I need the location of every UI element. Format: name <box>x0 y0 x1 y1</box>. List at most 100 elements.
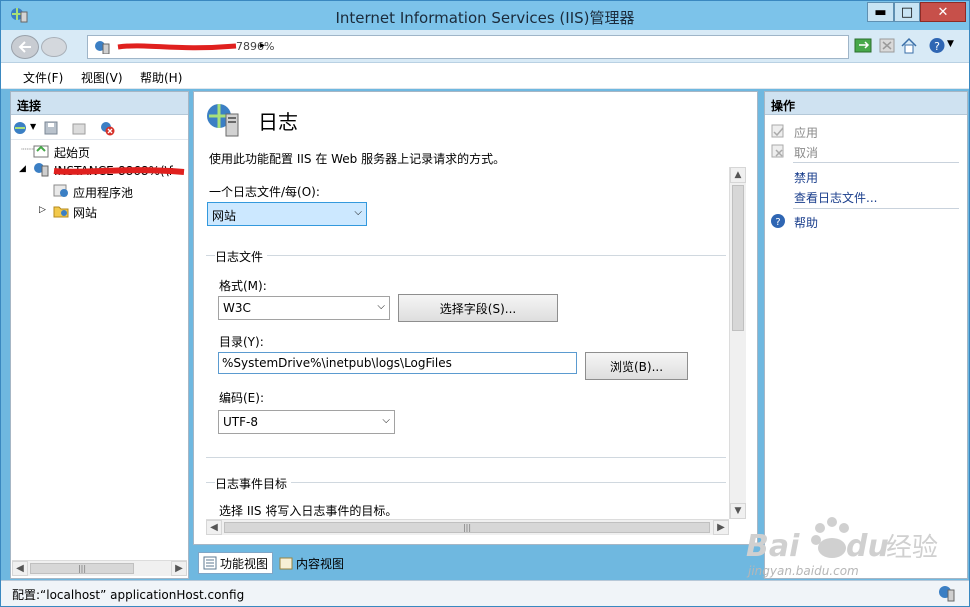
redaction-mark <box>117 43 237 51</box>
settings-scroll-area: 一个日志文件/每(O): 网站 ⌵ 日志文件 格式(M): W3C ⌵ 选择字段… <box>204 167 746 537</box>
scroll-left-button[interactable]: ◀ <box>206 520 222 535</box>
action-apply[interactable]: 应用 <box>794 124 818 141</box>
tree-item-app-pools[interactable]: 应用程序池 <box>73 184 133 201</box>
scroll-thumb[interactable]: ||| <box>30 563 134 574</box>
svg-text:?: ? <box>775 217 780 228</box>
directory-value: %SystemDrive%\inetpub\logs\LogFiles <box>222 356 452 370</box>
help-icon: ? <box>771 214 785 228</box>
directory-input[interactable]: %SystemDrive%\inetpub\logs\LogFiles <box>218 352 577 374</box>
connections-toolbar: ▼ <box>11 116 188 140</box>
iis-manager-window: Internet Information Services (IIS)管理器 ▬… <box>0 0 970 607</box>
tree-item-sites[interactable]: 网站 <box>73 204 97 221</box>
menu-file[interactable]: 文件(F) <box>23 69 63 86</box>
features-view-icon <box>203 556 217 570</box>
select-fields-button[interactable]: 选择字段(S)... <box>398 294 558 322</box>
main-hscrollbar[interactable]: ◀ ||| ▶ <box>206 519 729 535</box>
event-group-description: 选择 IIS 将写入日志事件的目标。 <box>219 504 398 518</box>
scroll-right-button[interactable]: ▶ <box>171 561 187 576</box>
breadcrumb-suffix: 7896% <box>236 40 275 53</box>
action-disable[interactable]: 禁用 <box>794 169 818 186</box>
encoding-label: 编码(E): <box>219 391 264 405</box>
content-view-icon <box>279 557 293 570</box>
chevron-down-icon: ⌵ <box>382 415 390 426</box>
tree-expand-sites[interactable]: ▷ <box>39 205 46 215</box>
main-vscrollbar[interactable]: ▲ ▼ <box>729 167 746 519</box>
logging-feature-icon <box>207 104 239 137</box>
format-select[interactable]: W3C ⌵ <box>218 296 390 320</box>
log-file-group-title: 日志文件 <box>215 248 268 265</box>
refresh-icon[interactable] <box>854 37 872 54</box>
svg-text:Bai: Bai <box>746 529 800 564</box>
address-field[interactable]: 7896% ▸ <box>87 35 849 59</box>
tab-content-view[interactable]: 内容视图 <box>275 552 355 574</box>
one-log-per-value: 网站 <box>212 209 237 223</box>
stop-icon[interactable] <box>878 37 896 54</box>
tree-item-start-page[interactable]: 起始页 <box>54 144 90 161</box>
browse-button[interactable]: 浏览(B)... <box>585 352 688 380</box>
cancel-icon <box>771 144 784 158</box>
close-button[interactable]: ✕ <box>920 2 966 22</box>
vscroll-thumb[interactable] <box>732 185 744 331</box>
tab-features-view[interactable]: 功能视图 <box>198 552 273 574</box>
server-icon <box>95 41 110 54</box>
encoding-value: UTF-8 <box>223 415 258 429</box>
actions-divider <box>793 208 959 209</box>
help-icon[interactable]: ? <box>928 37 946 54</box>
home-icon[interactable] <box>900 37 918 54</box>
svg-text:经验: 经验 <box>886 533 938 563</box>
sites-folder-icon <box>53 206 69 218</box>
page-title: 日志 <box>258 110 298 134</box>
up-level-icon[interactable] <box>71 120 87 136</box>
forward-button[interactable] <box>41 37 67 57</box>
actions-divider <box>793 162 959 163</box>
save-icon[interactable] <box>43 120 59 136</box>
connections-header: 连接 <box>11 92 188 115</box>
svg-text:?: ? <box>934 40 940 53</box>
minimize-button[interactable]: ▬ <box>867 2 894 22</box>
directory-label: 目录(Y): <box>219 335 264 349</box>
scroll-down-button[interactable]: ▼ <box>730 503 746 519</box>
back-button[interactable] <box>11 35 39 59</box>
app-pool-icon <box>53 184 68 197</box>
window-title: Internet Information Services (IIS)管理器 <box>335 9 635 27</box>
format-value: W3C <box>223 301 251 315</box>
actions-header: 操作 <box>765 92 967 115</box>
menu-help[interactable]: 帮助(H) <box>140 69 182 86</box>
maximize-button[interactable]: □ <box>894 2 920 22</box>
hscroll-thumb[interactable]: ||| <box>224 522 710 533</box>
scroll-left-button[interactable]: ◀ <box>12 561 28 576</box>
title-bar: Internet Information Services (IIS)管理器 ▬… <box>1 1 969 30</box>
status-text: 配置:“localhost” applicationHost.config <box>12 588 245 602</box>
one-log-per-select[interactable]: 网站 ⌵ <box>207 202 367 226</box>
event-group-title: 日志事件目标 <box>215 475 292 492</box>
menu-bar: 文件(F) 视图(V) 帮助(H) <box>1 63 969 89</box>
encoding-select[interactable]: UTF-8 ⌵ <box>218 410 395 434</box>
delete-connection-icon[interactable] <box>99 120 115 136</box>
back-arrow-icon <box>18 41 31 53</box>
tab-features-label: 功能视图 <box>220 556 269 571</box>
help-dropdown-icon[interactable]: ▼ <box>947 39 954 49</box>
menu-view[interactable]: 视图(V) <box>81 69 123 86</box>
breadcrumb-arrow[interactable]: ▸ <box>260 40 265 51</box>
scroll-right-button[interactable]: ▶ <box>713 520 729 535</box>
scroll-up-button[interactable]: ▲ <box>730 167 746 183</box>
format-label: 格式(M): <box>219 279 267 293</box>
action-view-log-files[interactable]: 查看日志文件... <box>794 189 877 206</box>
connect-dropdown-icon[interactable]: ▼ <box>30 122 36 131</box>
connect-icon[interactable] <box>13 120 29 136</box>
action-help[interactable]: 帮助 <box>794 214 818 231</box>
chevron-down-icon: ⌵ <box>354 207 362 218</box>
tree-expand-server[interactable]: ◢ <box>19 164 26 174</box>
connections-hscrollbar[interactable]: ◀ ||| ▶ <box>12 560 187 576</box>
start-page-icon <box>33 145 49 158</box>
connections-pane: 连接 ▼ ┈┈ 起始页 ◢ INSTANCE-8868%(\f 应用程序池 ▷ … <box>10 91 189 579</box>
action-cancel[interactable]: 取消 <box>794 144 818 161</box>
actions-pane: 操作 应用 取消 禁用 查看日志文件... ? 帮助 <box>764 91 968 579</box>
page-description: 使用此功能配置 IIS 在 Web 服务器上记录请求的方式。 <box>209 152 506 166</box>
one-log-per-label: 一个日志文件/每(O): <box>209 185 320 199</box>
server-redaction-mark <box>53 167 185 175</box>
tab-content-label: 内容视图 <box>296 556 345 571</box>
address-bar: 7896% ▸ ? ▼ <box>1 30 969 63</box>
apply-icon <box>771 124 784 138</box>
log-file-group-end <box>206 457 726 458</box>
